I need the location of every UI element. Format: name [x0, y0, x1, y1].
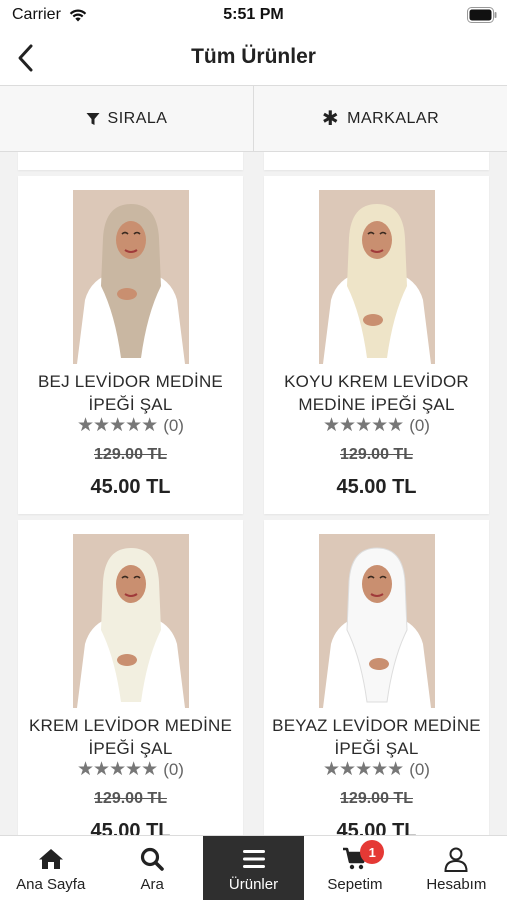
review-count: (0) [163, 760, 184, 779]
product-name: KREM LEVİDOR MEDİNE İPEĞİ ŞAL [28, 716, 233, 758]
review-count: (0) [163, 416, 184, 435]
screen: Carrier 5:51 PM Tüm Ürünler SIRALA ✱ MAR… [0, 0, 507, 900]
model-photo [77, 548, 185, 708]
home-icon [38, 849, 63, 869]
old-price: 129.00 TL [94, 446, 167, 463]
product-image [73, 534, 189, 708]
status-time: 5:51 PM [223, 6, 284, 23]
product-grid: BEJ LEVİDOR MEDİNE İPEĞİ ŞAL ★★★★★ (0) 1… [0, 152, 507, 835]
cart-badge: 1 [360, 840, 385, 864]
product-card[interactable]: BEYAZ LEVİDOR MEDİNE İPEĞİ ŞAL ★★★★★ (0)… [264, 520, 489, 835]
star-rating-icon: ★★★★★ [323, 415, 404, 436]
filter-bar: SIRALA ✱ MARKALAR [0, 86, 507, 152]
user-icon [444, 847, 468, 872]
status-bar: Carrier 5:51 PM [0, 0, 507, 30]
sort-label: SIRALA [107, 109, 168, 127]
price: 45.00 TL [336, 820, 417, 835]
star-rating-icon: ★★★★★ [77, 759, 158, 780]
product-card-partial[interactable] [18, 152, 243, 170]
battery-icon [467, 7, 497, 23]
tab-label: Ürünler [228, 876, 279, 893]
model-photo [323, 547, 431, 708]
model-photo [323, 204, 431, 364]
brands-button[interactable]: ✱ MARKALAR [253, 86, 507, 151]
menu-icon [242, 850, 265, 868]
model-photo [77, 204, 185, 364]
rating-row: ★★★★★ (0) [18, 760, 243, 780]
search-icon [141, 847, 164, 871]
product-card[interactable]: KOYU KREM LEVİDOR MEDİNE İPEĞİ ŞAL ★★★★★… [264, 176, 489, 514]
tab-label: Hesabım [426, 876, 487, 893]
review-count: (0) [409, 760, 430, 779]
sort-button[interactable]: SIRALA [0, 86, 253, 151]
tab-products[interactable]: Ürünler [202, 836, 305, 900]
rating-row: ★★★★★ (0) [18, 416, 243, 436]
brands-label: MARKALAR [347, 109, 440, 127]
old-price: 129.00 TL [340, 790, 413, 807]
product-card-partial[interactable] [264, 152, 489, 170]
navigation-bar: Tüm Ürünler [0, 30, 507, 86]
price: 45.00 TL [90, 476, 171, 498]
review-count: (0) [409, 416, 430, 435]
tab-account[interactable]: Hesabım [406, 836, 507, 900]
tab-label: Sepetim [327, 876, 383, 893]
product-name: BEJ LEVİDOR MEDİNE İPEĞİ ŞAL [38, 372, 223, 414]
tab-label: Ana Sayfa [16, 876, 86, 893]
product-card[interactable]: BEJ LEVİDOR MEDİNE İPEĞİ ŞAL ★★★★★ (0) 1… [18, 176, 243, 514]
product-card[interactable]: KREM LEVİDOR MEDİNE İPEĞİ ŞAL ★★★★★ (0) … [18, 520, 243, 835]
asterisk-icon: ✱ [321, 107, 340, 130]
page-title: Tüm Ürünler [191, 45, 316, 68]
filter-icon [86, 112, 100, 125]
tab-cart[interactable]: 1 Sepetim [304, 836, 405, 900]
product-image [319, 534, 435, 708]
price: 45.00 TL [336, 476, 417, 498]
tab-home[interactable]: Ana Sayfa [0, 836, 101, 900]
price: 45.00 TL [90, 820, 171, 835]
rating-row: ★★★★★ (0) [264, 760, 489, 780]
product-image [319, 190, 435, 364]
old-price: 129.00 TL [340, 446, 413, 463]
tab-search[interactable]: Ara [101, 836, 202, 900]
product-image [73, 190, 189, 364]
tab-bar: Ana Sayfa Ara Ürünler 1 Sepetim Hesabım [0, 835, 507, 900]
rating-row: ★★★★★ (0) [264, 416, 489, 436]
product-name: BEYAZ LEVİDOR MEDİNE İPEĞİ ŞAL [272, 716, 481, 758]
tab-label: Ara [140, 876, 164, 893]
star-rating-icon: ★★★★★ [77, 415, 158, 436]
product-name: KOYU KREM LEVİDOR MEDİNE İPEĞİ ŞAL [284, 372, 469, 414]
old-price: 129.00 TL [94, 790, 167, 807]
star-rating-icon: ★★★★★ [323, 759, 404, 780]
